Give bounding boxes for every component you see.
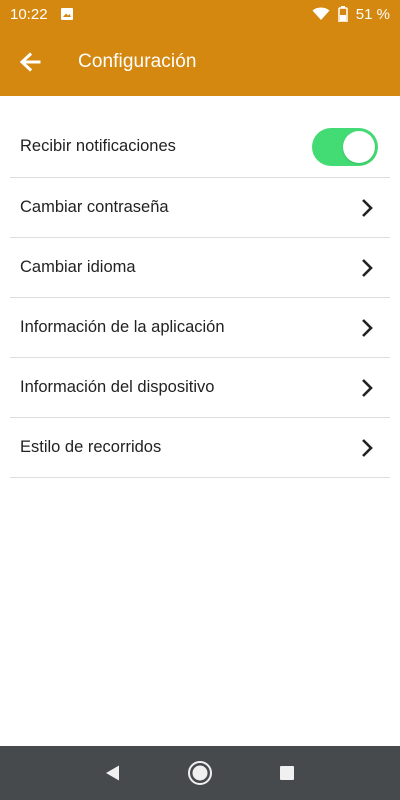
arrow-left-icon bbox=[19, 52, 41, 72]
back-button[interactable] bbox=[2, 28, 58, 96]
setting-label: Cambiar contraseña bbox=[20, 198, 169, 216]
setting-change-password[interactable]: Cambiar contraseña bbox=[10, 178, 390, 238]
setting-change-language[interactable]: Cambiar idioma bbox=[10, 238, 390, 298]
chevron-right-icon bbox=[344, 313, 374, 343]
setting-app-info[interactable]: Información de la aplicación bbox=[10, 298, 390, 358]
toggle-knob bbox=[343, 130, 375, 163]
setting-label: Recibir notificaciones bbox=[20, 137, 176, 155]
status-left: 10:22 bbox=[10, 6, 74, 23]
setting-label: Información de la aplicación bbox=[20, 318, 225, 336]
battery-icon bbox=[338, 6, 348, 22]
image-icon bbox=[60, 7, 74, 21]
status-bar: 10:22 51 % bbox=[0, 0, 400, 28]
settings-list: Recibir notificaciones Cambiar contraseñ… bbox=[10, 116, 390, 478]
setting-label: Estilo de recorridos bbox=[20, 438, 162, 456]
system-nav-bar bbox=[0, 746, 400, 800]
back-triangle-icon bbox=[106, 765, 120, 781]
setting-route-style[interactable]: Estilo de recorridos bbox=[10, 418, 390, 478]
notifications-toggle[interactable] bbox=[312, 127, 378, 166]
battery-percent: 51 % bbox=[355, 5, 390, 23]
wifi-icon bbox=[312, 7, 330, 21]
setting-label: Información del dispositivo bbox=[20, 378, 215, 396]
page-title: Configuración bbox=[78, 51, 197, 72]
setting-receive-notifications[interactable]: Recibir notificaciones bbox=[10, 116, 390, 178]
app-bar: Configuración bbox=[0, 28, 400, 96]
setting-label: Cambiar idioma bbox=[20, 258, 136, 276]
nav-home-button[interactable] bbox=[180, 753, 220, 793]
nav-recents-button[interactable] bbox=[267, 753, 307, 793]
status-right: 51 % bbox=[312, 6, 390, 23]
status-time: 10:22 bbox=[10, 5, 48, 23]
chevron-right-icon bbox=[344, 373, 374, 403]
chevron-right-icon bbox=[344, 193, 374, 223]
nav-back-button[interactable] bbox=[93, 753, 133, 793]
home-circle-icon bbox=[187, 761, 212, 785]
chevron-right-icon bbox=[344, 253, 374, 283]
recents-square-icon bbox=[279, 766, 294, 780]
setting-device-info[interactable]: Información del dispositivo bbox=[10, 358, 390, 418]
chevron-right-icon bbox=[344, 433, 374, 463]
